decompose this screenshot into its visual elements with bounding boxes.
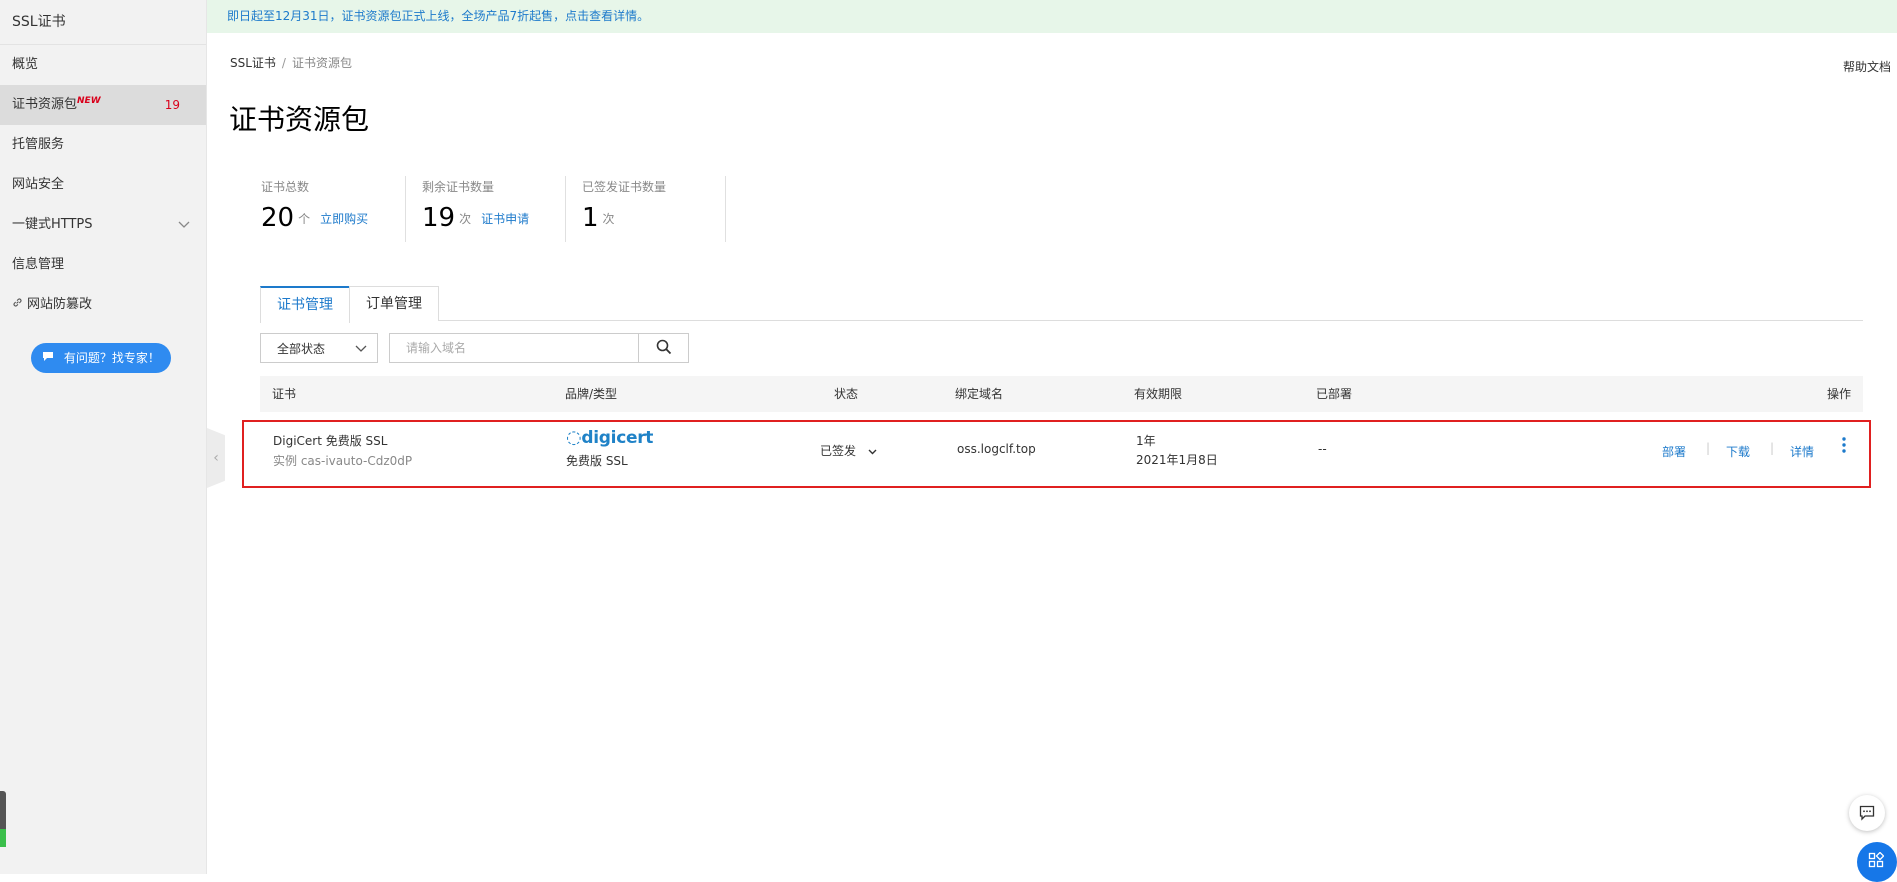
status-filter-value: 全部状态 — [277, 342, 326, 356]
breadcrumb: SSL证书 / 证书资源包 — [230, 54, 352, 71]
sidebar-item-overview[interactable]: 概览 — [0, 45, 206, 85]
search-icon — [656, 339, 672, 358]
bound-domain: oss.logclf.top — [957, 442, 1036, 456]
sidebar-item-label: 网站安全 — [12, 177, 65, 192]
count-badge: 19 — [164, 98, 180, 112]
deploy-button[interactable]: 部署 — [1662, 443, 1686, 460]
stat-label: 已签发证书数量 — [582, 180, 667, 194]
ask-expert-label: 有问题？找专家！ — [63, 351, 160, 365]
stat-label: 剩余证书数量 — [422, 180, 495, 194]
action-divider: | — [1706, 441, 1711, 455]
stat-unit: 个 — [298, 211, 311, 226]
validity-date: 2021年1月8日 — [1136, 453, 1218, 467]
table-row: DigiCert 免费版 SSL 实例 cas-ivauto-Cdz0dP ◌d… — [242, 420, 1871, 488]
tab-cert-management[interactable]: 证书管理 — [260, 286, 350, 323]
column-header-status: 状态 — [834, 387, 859, 401]
deployed-value: -- — [1318, 442, 1327, 456]
table-header: 证书 品牌/类型 状态 绑定域名 有效期限 已部署 操作 — [260, 376, 1863, 412]
sidebar: SSL证书 概览 证书资源包 NEW 19 托管服务 网站安全 一键式HTTPS … — [0, 0, 207, 874]
sidebar-item-label: 概览 — [12, 57, 39, 72]
chevron-left-icon: ‹ — [213, 450, 219, 466]
validity-period: 1年 — [1136, 434, 1156, 448]
buy-now-link[interactable]: 立即购买 — [320, 212, 368, 226]
sidebar-item-hosting[interactable]: 托管服务 — [0, 125, 206, 165]
stat-value: 1 — [582, 203, 599, 233]
promo-banner[interactable]: 即日起至12月31日，证书资源包正式上线，全场产品7折起售，点击查看详情。 — [207, 0, 1897, 33]
stat-label: 证书总数 — [261, 180, 310, 194]
sidebar-item-cert-package[interactable]: 证书资源包 NEW 19 — [0, 85, 206, 125]
sidebar-item-label: 托管服务 — [12, 137, 65, 152]
chat-icon — [42, 351, 58, 365]
stat-value: 19 — [422, 203, 456, 233]
tab-order-management[interactable]: 订单管理 — [349, 286, 439, 321]
domain-search-input[interactable] — [389, 333, 639, 363]
brand-type: 免费版 SSL — [566, 454, 628, 468]
sidebar-title: SSL证书 — [0, 0, 206, 45]
tab-bar: 证书管理 订单管理 — [260, 286, 1863, 323]
column-header-ops: 操作 — [1826, 387, 1851, 401]
breadcrumb-separator: / — [281, 56, 286, 70]
download-button[interactable]: 下载 — [1726, 443, 1750, 460]
cert-name: DigiCert 免费版 SSL — [273, 434, 388, 448]
sidebar-scroll-handle[interactable] — [0, 791, 6, 847]
page-title: 证书资源包 — [229, 103, 370, 136]
breadcrumb-current: 证书资源包 — [291, 56, 352, 70]
stat-issued: 已签发证书数量 1次 — [566, 176, 726, 242]
new-badge: NEW — [77, 96, 101, 106]
column-header-cert: 证书 — [272, 387, 297, 401]
digicert-logo: ◌digicert — [566, 427, 654, 448]
link-icon — [12, 285, 25, 325]
status-value: 已签发 — [820, 444, 857, 458]
grid-icon — [1868, 851, 1885, 871]
sidebar-item-one-click-https[interactable]: 一键式HTTPS — [0, 205, 206, 245]
apps-button[interactable] — [1857, 842, 1897, 882]
stat-unit: 次 — [602, 211, 615, 226]
chevron-down-icon — [868, 444, 877, 458]
column-header-brand: 品牌/类型 — [565, 387, 618, 401]
sidebar-item-label: 证书资源包 — [12, 97, 78, 112]
feedback-button[interactable] — [1849, 795, 1885, 831]
promo-banner-text: 即日起至12月31日，证书资源包正式上线，全场产品7折起售，点击查看详情。 — [227, 9, 650, 23]
status-filter-select[interactable]: 全部状态 — [260, 333, 378, 363]
sidebar-item-info-management[interactable]: 信息管理 — [0, 245, 206, 285]
sidebar-collapse-toggle[interactable]: ‹ — [207, 428, 225, 488]
breadcrumb-root[interactable]: SSL证书 — [230, 56, 276, 70]
sidebar-item-site-security[interactable]: 网站安全 — [0, 165, 206, 205]
column-header-domain: 绑定域名 — [955, 387, 1004, 401]
chevron-down-icon — [355, 334, 367, 364]
sidebar-item-label: 一键式HTTPS — [12, 217, 93, 232]
stats-panel: 证书总数 20 个立即购买 剩余证书数量 19 次证书申请 已签发证书数量 1次 — [245, 176, 726, 242]
cert-instance-id: 实例 cas-ivauto-Cdz0dP — [273, 454, 413, 468]
chevron-down-icon — [178, 205, 190, 245]
status-dropdown[interactable]: 已签发 — [820, 442, 877, 459]
sidebar-item-anti-tamper[interactable]: 网站防篡改 — [0, 285, 206, 325]
sidebar-item-label: 信息管理 — [12, 257, 65, 272]
search-button[interactable] — [639, 333, 689, 363]
stat-remaining: 剩余证书数量 19 次证书申请 — [406, 176, 566, 242]
message-icon — [1859, 805, 1875, 824]
apply-cert-link[interactable]: 证书申请 — [481, 212, 529, 226]
sidebar-item-label: 网站防篡改 — [27, 297, 93, 312]
column-header-deployed: 已部署 — [1316, 387, 1353, 401]
help-doc-link[interactable]: 帮助文档 — [1843, 58, 1891, 75]
more-actions-icon[interactable] — [1842, 436, 1846, 458]
stat-unit: 次 — [459, 211, 472, 226]
ask-expert-button[interactable]: 有问题？找专家！ — [31, 343, 171, 373]
action-divider: | — [1770, 441, 1775, 455]
detail-button[interactable]: 详情 — [1790, 443, 1814, 460]
column-header-validity: 有效期限 — [1134, 387, 1183, 401]
stat-value: 20 — [261, 203, 295, 233]
stat-total: 证书总数 20 个立即购买 — [245, 176, 406, 242]
